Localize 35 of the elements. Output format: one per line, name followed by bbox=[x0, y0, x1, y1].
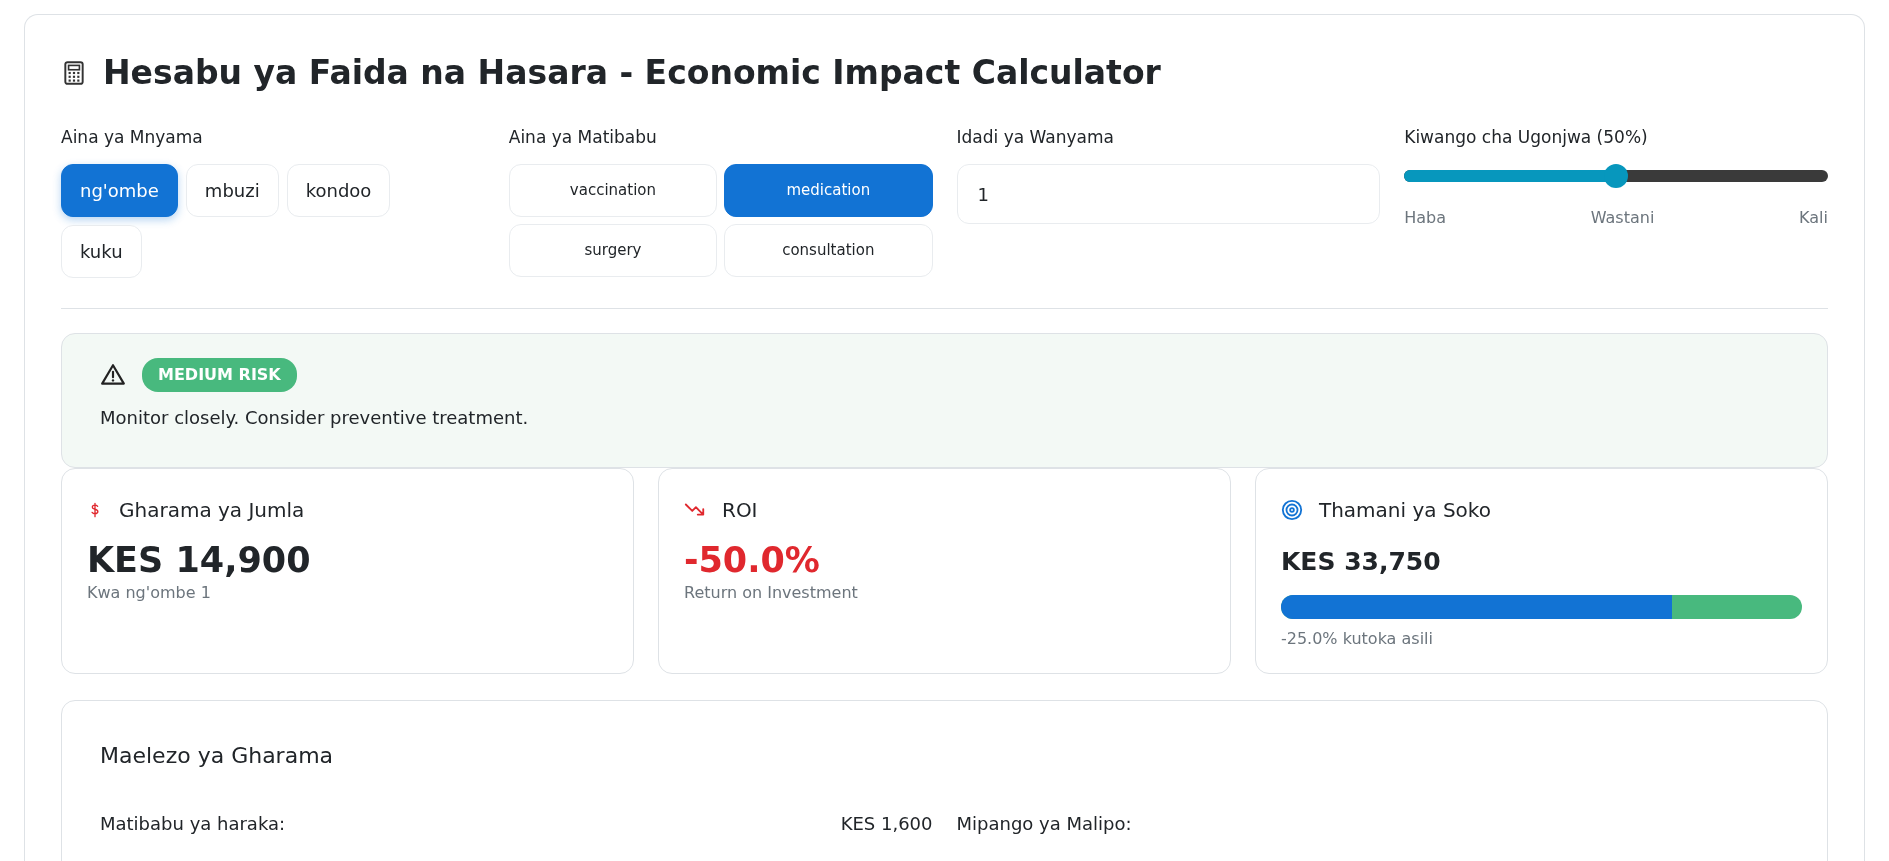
cost-amount: KES 1,600 bbox=[840, 812, 933, 837]
cost-label: Matibabu ya haraka: bbox=[100, 812, 286, 837]
animal-option-button[interactable]: kondoo bbox=[286, 164, 391, 218]
card-title: Gharama ya Jumla bbox=[119, 497, 305, 525]
severity-slider[interactable] bbox=[1404, 164, 1828, 189]
animal-option-button[interactable]: mbuzi bbox=[185, 164, 279, 218]
field-label: Kiwango cha Ugonjwa (50%) bbox=[1404, 125, 1649, 149]
risk-level-badge: MEDIUM RISK bbox=[142, 358, 297, 393]
card-note: -25.0% kutoka asili bbox=[1280, 627, 1434, 650]
treatment-option-button[interactable]: consultation bbox=[724, 224, 933, 278]
risk-message: Monitor closely. Consider preventive treatment. bbox=[100, 406, 530, 431]
target-icon bbox=[1280, 499, 1303, 522]
animal-option-button[interactable]: kuku bbox=[61, 225, 142, 279]
scale-label: Kali bbox=[1799, 207, 1828, 230]
number-input-field[interactable]: 1 bbox=[956, 164, 1381, 225]
scale-label: Wastani bbox=[1590, 207, 1655, 230]
scale-label: Haba bbox=[1404, 207, 1447, 230]
section-subtitle: Mipango ya Malipo: bbox=[956, 813, 1132, 835]
card-title: Thamani ya Soko bbox=[1318, 497, 1491, 525]
treatment-option-button[interactable]: vaccination bbox=[508, 164, 718, 218]
field-label: Aina ya Matibabu bbox=[508, 125, 658, 149]
section-title: Maelezo ya Gharama bbox=[100, 742, 335, 771]
market-value: KES 33,750 bbox=[1280, 546, 1442, 579]
treatment-option-button[interactable]: medication bbox=[724, 164, 933, 218]
slider-thumb[interactable] bbox=[1604, 164, 1629, 189]
card-title: ROI bbox=[722, 497, 758, 525]
animal-option-button[interactable]: ng'ombe bbox=[61, 164, 178, 218]
card-note: Return on Investment bbox=[684, 582, 859, 605]
field-label: Aina ya Mnyama bbox=[61, 125, 204, 149]
treatment-option-button[interactable]: surgery bbox=[508, 224, 718, 278]
card-note: Kwa ng'ombe 1 bbox=[87, 582, 212, 605]
page-title: Hesabu ya Faida na Hasara - Economic Impact Calculator bbox=[103, 53, 1161, 93]
field-label: Idadi ya Wanyama bbox=[956, 125, 1115, 149]
roi-value: -50.0% bbox=[684, 539, 821, 582]
cost-value: KES 14,900 bbox=[87, 539, 312, 582]
